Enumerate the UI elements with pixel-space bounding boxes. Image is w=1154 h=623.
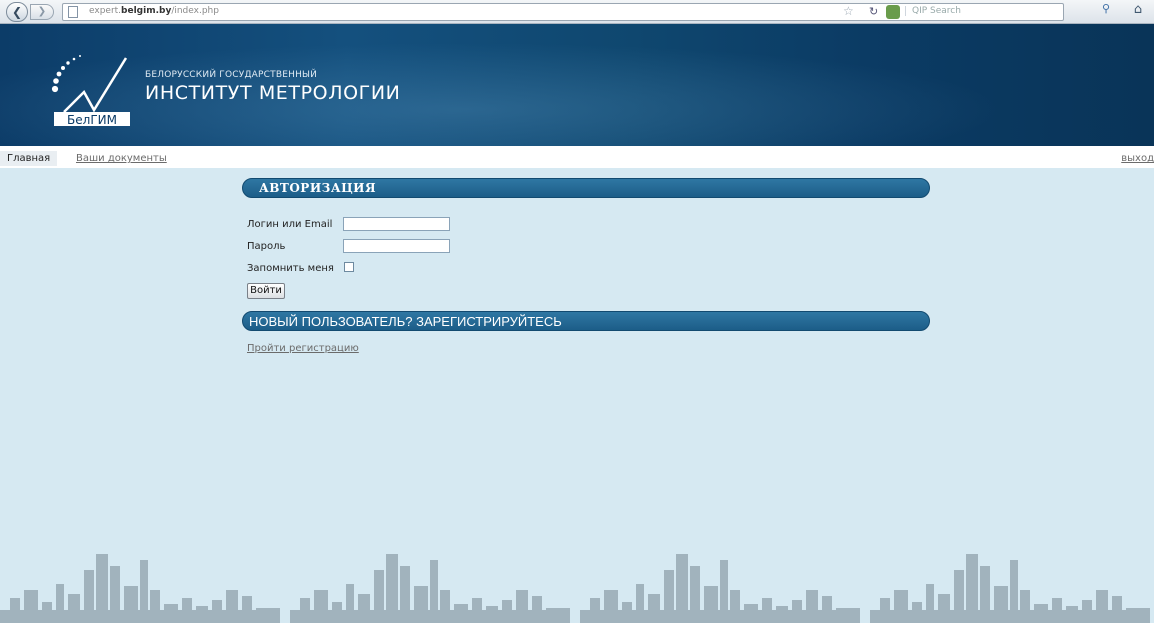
login-input[interactable] <box>343 217 450 231</box>
login-label: Логин или Email <box>247 219 333 230</box>
register-title: НОВЫЙ ПОЛЬЗОВАТЕЛЬ? ЗАРЕГИСТРИРУЙТЕСЬ <box>249 314 562 329</box>
top-navigation: Главная Ваши документы выход <box>0 146 1154 168</box>
back-arrow-icon[interactable]: ❮ <box>6 2 28 22</box>
nav-your-documents[interactable]: Ваши документы <box>76 151 167 166</box>
search-magnifier-icon[interactable]: ⚲ <box>1098 2 1114 20</box>
password-label: Пароль <box>247 241 286 252</box>
city-skyline-decoration <box>0 554 1150 623</box>
org-name-line2: ИНСТИТУТ МЕТРОЛОГИИ <box>145 82 401 104</box>
org-name-line1: БЕЛОРУССКИЙ ГОСУДАРСТВЕННЫЙ <box>145 70 318 80</box>
remember-me-label: Запомнить меня <box>247 263 334 274</box>
register-link[interactable]: Пройти регистрацию <box>247 343 359 354</box>
search-input[interactable]: QIP Search <box>905 6 1061 16</box>
nav-buttons: ❮ ❯ <box>6 2 58 22</box>
logo-text: БелГИМ <box>67 113 117 127</box>
address-bar[interactable]: expert.belgim.by/index.php ☆ ↻ QIP Searc… <box>62 3 1064 21</box>
header-banner: БелГИМ БЕЛОРУССКИЙ ГОСУДАРСТВЕННЫЙ ИНСТИ… <box>0 24 1154 146</box>
forward-arrow-icon[interactable]: ❯ <box>30 4 54 20</box>
login-button[interactable]: Войти <box>247 283 285 299</box>
bookmark-star-icon[interactable]: ☆ <box>843 4 854 18</box>
auth-title: АВТОРИЗАЦИЯ <box>259 181 377 195</box>
url-text: expert.belgim.by/index.php <box>89 6 219 16</box>
nav-home[interactable]: Главная <box>0 151 58 166</box>
browser-toolbar: ❮ ❯ expert.belgim.by/index.php ☆ ↻ QIP S… <box>0 0 1154 24</box>
register-section-header: НОВЫЙ ПОЛЬЗОВАТЕЛЬ? ЗАРЕГИСТРИРУЙТЕСЬ <box>242 311 930 331</box>
home-icon[interactable]: ⌂ <box>1126 2 1150 22</box>
belgim-logo: БелГИМ <box>51 55 130 127</box>
nav-logout[interactable]: выход <box>1121 151 1154 166</box>
password-input[interactable] <box>343 239 450 253</box>
page-icon <box>68 6 78 18</box>
remember-me-checkbox[interactable] <box>344 262 354 272</box>
reload-icon[interactable]: ↻ <box>869 5 878 18</box>
auth-section-header: АВТОРИЗАЦИЯ <box>242 178 930 198</box>
qip-search-engine-icon[interactable] <box>886 5 900 19</box>
